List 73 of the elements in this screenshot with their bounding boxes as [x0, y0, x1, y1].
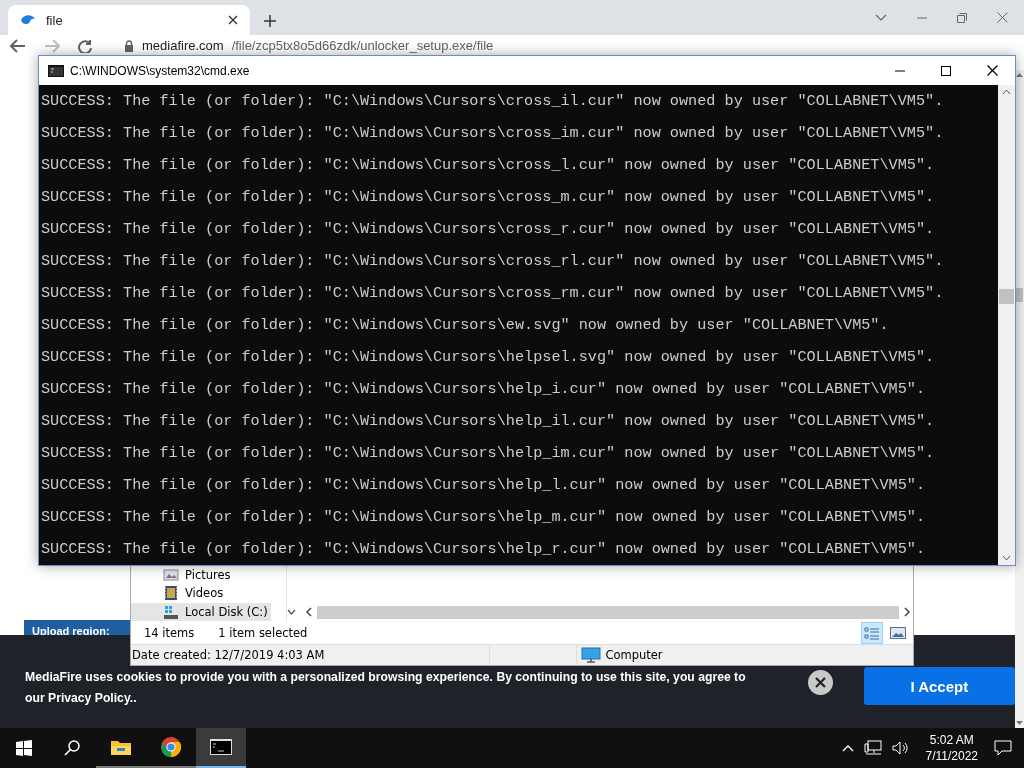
- console-line: SUCCESS: The file (or folder): "C:\Windows\Cursors\cross_il.cur" now owned by user "COLLABNET\VM5".: [41, 91, 945, 112]
- address-domain: mediafire.com: [142, 39, 224, 53]
- nav-item[interactable]: Local Disk (C:): [131, 602, 271, 621]
- date-created: Date created: 12/7/2019 4:03 AM: [132, 648, 325, 662]
- logo-icon: [20, 14, 36, 26]
- console-line: SUCCESS: The file (or folder): "C:\Windows\Cursors\helpsel.svg" now owned by user "COLLABNET\VM5".: [41, 347, 936, 368]
- selection-count: 1 item selected: [218, 625, 308, 640]
- scrollbar[interactable]: [998, 85, 1015, 565]
- cookie-notice: MediaFire uses cookies to provide you with a personalized browsing experience. By continuing to use this site, you agree to our Privacy Policy..: [25, 669, 747, 707]
- location-label: Computer: [605, 648, 663, 662]
- console-line: SUCCESS: The file (or folder): "C:\Windows\Cursors\cross_rl.cur" now owned by user "COLLABNET\VM5".: [41, 251, 945, 272]
- network-icon[interactable]: [863, 740, 882, 756]
- chevron-up-icon[interactable]: [841, 744, 854, 752]
- clock-time: 5:02 AM: [929, 732, 974, 748]
- scroll-up-icon[interactable]: [1016, 72, 1023, 77]
- console-line: SUCCESS: The file (or folder): "C:\Windows\Cursors\help_r.cur" now owned by user "COLLABNET\VM5".: [41, 539, 927, 560]
- console-line: SUCCESS: The file (or folder): "C:\Windows\Cursors\help_i.cur" now owned by user "COLLABNET\VM5".: [41, 379, 927, 400]
- scrollbar-thumb[interactable]: [1016, 288, 1023, 302]
- clock[interactable]: 5:02 AM 7/11/2022: [919, 732, 984, 764]
- plus-icon[interactable]: [264, 15, 276, 27]
- drive-icon: [163, 603, 179, 620]
- folder-icon: [110, 738, 132, 756]
- list-view-icon: [864, 625, 880, 640]
- minimize-icon[interactable]: [895, 69, 905, 72]
- film-icon: [163, 585, 179, 602]
- horizontal-scrollbar[interactable]: [303, 605, 913, 619]
- reload-icon[interactable]: [78, 39, 92, 53]
- close-icon[interactable]: [228, 15, 238, 25]
- search-icon[interactable]: [64, 740, 80, 756]
- console-icon: [210, 739, 232, 755]
- taskbar-app[interactable]: [196, 728, 246, 768]
- lock-icon: [124, 40, 134, 52]
- console-icon: [48, 64, 64, 77]
- console-line: SUCCESS: The file (or folder): "C:\Windows\Cursors\cross_rm.cur" now owned by user "COLLABNET\VM5".: [41, 283, 945, 304]
- item-count: 14 items: [144, 625, 195, 640]
- scroll-right-icon[interactable]: [903, 607, 911, 617]
- back-arrow-icon[interactable]: [10, 39, 26, 53]
- console-line: SUCCESS: The file (or folder): "C:\Windows\Cursors\help_il.cur" now owned by user "COLLABNET\VM5".: [41, 411, 936, 432]
- monitor-icon: [581, 647, 602, 663]
- scroll-left-icon[interactable]: [305, 607, 313, 617]
- picture-icon: [890, 626, 906, 639]
- clock-date: 7/11/2022: [925, 748, 978, 764]
- console-line: SUCCESS: The file (or folder): "C:\Windows\Cursors\cross_m.cur" now owned by user "COLLABNET\VM5".: [41, 187, 936, 208]
- console-line: SUCCESS: The file (or folder): "C:\Windows\Cursors\cross_im.cur" now owned by user "COLLABNET\VM5".: [41, 123, 945, 144]
- chevron-down-icon[interactable]: [875, 13, 887, 22]
- console-line: SUCCESS: The file (or folder): "C:\Windows\Cursors\ew.svg" now owned by user "COLLABNET\VM5".: [41, 315, 890, 336]
- console-line: SUCCESS: The file (or folder): "C:\Windows\Cursors\cross_l.cur" now owned by user "COLLABNET\VM5".: [41, 155, 936, 176]
- scroll-down-icon[interactable]: [1016, 721, 1023, 726]
- notifications-icon[interactable]: [994, 740, 1012, 756]
- speaker-icon[interactable]: [891, 741, 910, 755]
- windows-start-icon[interactable]: [16, 740, 32, 756]
- close-button[interactable]: [807, 670, 833, 695]
- chevron-down-icon[interactable]: [287, 609, 296, 615]
- browser-tab[interactable]: file: [8, 5, 250, 35]
- nav-item[interactable]: Pictures: [131, 566, 271, 585]
- console-line: SUCCESS: The file (or folder): "C:\Windows\Cursors\help_l.cur" now owned by user "COLLABNET\VM5".: [41, 475, 927, 496]
- scroll-up-icon[interactable]: [1002, 89, 1011, 95]
- console-line: SUCCESS: The file (or folder): "C:\Windows\Cursors\help_im.cur" now owned by user "COLLABNET\VM5".: [41, 443, 936, 464]
- scrollbar-thumb[interactable]: [999, 289, 1014, 304]
- console-line: SUCCESS: The file (or folder): "C:\Windows\Cursors\cross_r.cur" now owned by user "COLLABNET\VM5".: [41, 219, 936, 240]
- close-icon: [814, 677, 826, 688]
- nav-item[interactable]: Videos: [131, 584, 271, 603]
- chrome-icon: [160, 736, 182, 758]
- scroll-down-icon[interactable]: [1002, 555, 1011, 561]
- console-line: SUCCESS: The file (or folder): "C:\Windows\Cursors\help_m.cur" now owned by user "COLLABNET\VM5".: [41, 507, 927, 528]
- address-bar[interactable]: mediafire.com /file/zcp5tx8o5d66zdk/unlocker_setup.exe/file: [124, 39, 494, 53]
- accept-button[interactable]: I Accept: [863, 667, 1015, 705]
- restore-icon[interactable]: [957, 12, 967, 23]
- scrollbar[interactable]: [1015, 70, 1024, 728]
- window-title: C:\WINDOWS\system32\cmd.exe: [70, 63, 251, 78]
- close-icon[interactable]: [986, 65, 998, 76]
- maximize-icon[interactable]: [941, 65, 951, 76]
- address-path: /file/zcp5tx8o5d66zdk/unlocker_setup.exe/file: [231, 39, 494, 53]
